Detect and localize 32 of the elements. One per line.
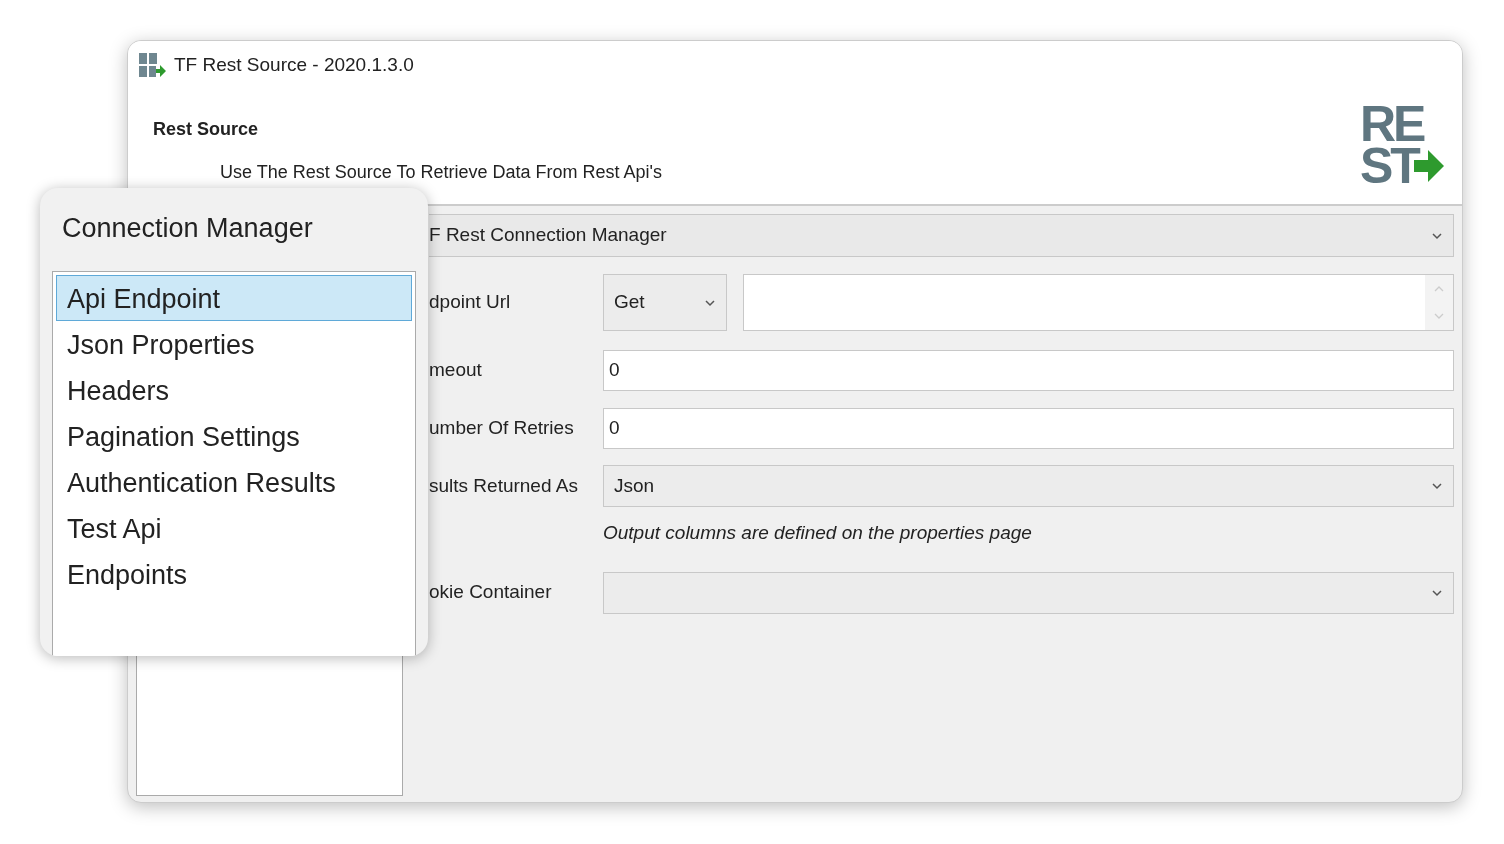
field-label: okie Container bbox=[429, 580, 553, 605]
dropdown[interactable] bbox=[603, 571, 1454, 614]
page-description: Use The Rest Source To Retrieve Data From Rest Api's bbox=[220, 160, 662, 184]
window-title: TF Rest Source - 2020.1.3.0 bbox=[174, 53, 414, 77]
scroll-down-icon[interactable] bbox=[1433, 312, 1445, 321]
list-item[interactable]: Json Properties bbox=[56, 320, 412, 367]
text-field[interactable]: 0 bbox=[603, 350, 1454, 391]
chevron-icon bbox=[1431, 231, 1443, 240]
connection-manager-select[interactable]: F Rest Connection Manager bbox=[429, 214, 1454, 257]
list-item[interactable]: Headers bbox=[56, 366, 412, 413]
method-select[interactable]: Get bbox=[603, 274, 727, 331]
hint-text: Output columns are defined on the properties page bbox=[603, 521, 1033, 545]
chevron-icon bbox=[1431, 588, 1443, 597]
list-item[interactable]: Pagination Settings bbox=[56, 412, 412, 459]
url-field[interactable] bbox=[743, 274, 1454, 331]
dropdown[interactable]: Json bbox=[603, 465, 1454, 507]
text-field[interactable]: 0 bbox=[603, 408, 1454, 449]
list-item[interactable]: Endpoints bbox=[56, 550, 412, 597]
field-label: umber Of Retries bbox=[429, 416, 575, 441]
field-label: dpoint Url bbox=[429, 290, 512, 315]
list-item[interactable]: Authentication Results bbox=[56, 458, 412, 505]
page-heading: Rest Source bbox=[153, 117, 259, 141]
app-icon bbox=[138, 51, 166, 80]
scroll-up-icon[interactable] bbox=[1433, 284, 1445, 293]
popup-title: Connection Manager bbox=[62, 212, 314, 245]
list-item[interactable]: Test Api bbox=[56, 504, 412, 551]
field-label: meout bbox=[429, 358, 483, 383]
chevron-icon bbox=[704, 298, 716, 307]
list-item[interactable]: Api Endpoint bbox=[56, 274, 412, 321]
logo: RE ST bbox=[1360, 103, 1446, 191]
chevron-icon bbox=[1431, 482, 1443, 490]
field-label: sults Returned As bbox=[429, 473, 579, 498]
